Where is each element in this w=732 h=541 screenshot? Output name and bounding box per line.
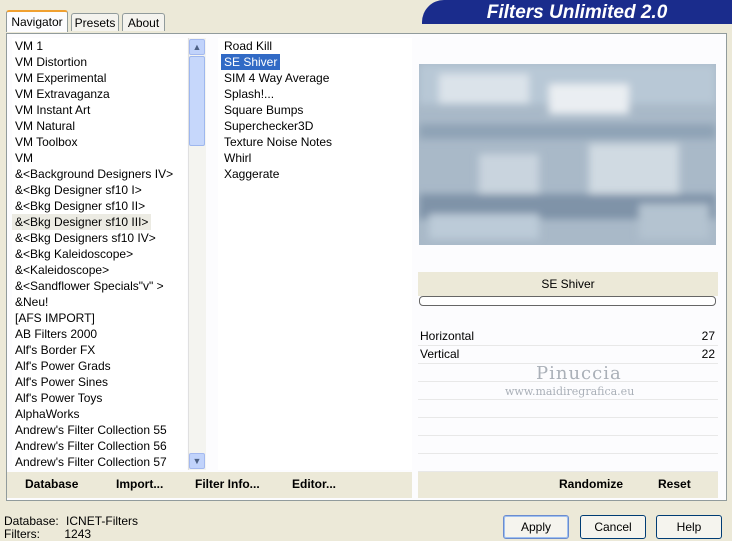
preview-image [419, 64, 716, 245]
param-empty [418, 418, 718, 436]
category-item[interactable]: &<Bkg Designer sf10 I> [12, 182, 145, 198]
category-item[interactable]: &<Bkg Designers sf10 IV> [12, 230, 159, 246]
import-button[interactable]: Import... [116, 477, 163, 491]
category-scrollbar[interactable]: ▲ ▼ [188, 38, 206, 470]
param-empty [418, 400, 718, 418]
category-item[interactable]: Andrew's Filter Collection 56 [12, 438, 170, 454]
filter-item[interactable]: Texture Noise Notes [221, 134, 335, 150]
param-value: 22 [701, 347, 715, 361]
category-item[interactable]: &<Bkg Designer sf10 II> [12, 198, 148, 214]
database-button[interactable]: Database [25, 477, 78, 491]
category-item[interactable]: Alf's Power Grads [12, 358, 114, 374]
scroll-thumb[interactable] [189, 56, 205, 146]
category-item[interactable]: VM Distortion [12, 54, 90, 70]
category-item[interactable]: VM 1 [12, 38, 46, 54]
category-item[interactable]: VM [12, 150, 36, 166]
status-filters-value: 1243 [64, 527, 92, 541]
category-item[interactable]: AlphaWorks [12, 406, 82, 422]
watermark-url: www.maidiregrafica.eu [505, 385, 635, 398]
category-item[interactable]: VM Experimental [12, 70, 109, 86]
category-item[interactable]: VM Natural [12, 118, 78, 134]
param-label: Vertical [420, 347, 460, 361]
category-item[interactable]: &<Background Designers IV> [12, 166, 176, 182]
reset-button[interactable]: Reset [658, 477, 691, 491]
chevron-up-icon[interactable]: ▲ [189, 39, 205, 55]
randomize-button[interactable]: Randomize [559, 477, 623, 491]
status-database: Database: ICNET-Filters [4, 514, 138, 528]
category-item[interactable]: &<Bkg Designer sf10 III> [12, 214, 152, 230]
filter-item[interactable]: SE Shiver [221, 54, 281, 70]
app-title-banner: Filters Unlimited 2.0 [422, 0, 732, 24]
category-item[interactable]: AB Filters 2000 [12, 326, 100, 342]
help-button[interactable]: Help [656, 515, 722, 539]
category-item[interactable]: Andrew's Filter Collection 57 [12, 454, 170, 470]
apply-button[interactable]: Apply [503, 515, 569, 539]
status-filters-label: Filters: [4, 527, 40, 541]
param-empty [418, 436, 718, 454]
category-item[interactable]: VM Extravaganza [12, 86, 113, 102]
watermark-title: Pinuccia [536, 363, 622, 384]
cancel-button[interactable]: Cancel [580, 515, 646, 539]
category-item[interactable]: Alf's Border FX [12, 342, 98, 358]
tab-presets[interactable]: Presets [71, 13, 119, 31]
category-list[interactable]: VM 1 VM Distortion VM Experimental VM Extra… [12, 38, 187, 470]
filter-list[interactable]: Road Kill SE Shiver SIM 4 Way Average Splas… [218, 38, 412, 470]
chevron-down-icon[interactable]: ▼ [189, 453, 205, 469]
category-item[interactable]: Alf's Power Sines [12, 374, 111, 390]
filter-name-label: SE Shiver [418, 272, 718, 296]
filter-item[interactable]: Square Bumps [221, 102, 306, 118]
filter-item[interactable]: Road Kill [221, 38, 275, 54]
param-horizontal[interactable]: Horizontal 27 [418, 328, 718, 346]
category-item[interactable]: VM Toolbox [12, 134, 80, 150]
filter-item[interactable]: SIM 4 Way Average [221, 70, 332, 86]
filter-info-button[interactable]: Filter Info... [195, 477, 260, 491]
param-empty [418, 454, 718, 472]
progress-bar [419, 296, 716, 306]
category-item[interactable]: VM Instant Art [12, 102, 93, 118]
status-filters: Filters: 1243 [4, 527, 91, 541]
filter-item[interactable]: Xaggerate [221, 166, 282, 182]
category-item[interactable]: Alf's Power Toys [12, 390, 105, 406]
tab-navigator[interactable]: Navigator [6, 10, 68, 32]
editor-button[interactable]: Editor... [292, 477, 336, 491]
filter-item[interactable]: Whirl [221, 150, 254, 166]
category-item[interactable]: &<Kaleidoscope> [12, 262, 112, 278]
filter-item[interactable]: Splash!... [221, 86, 277, 102]
tab-about[interactable]: About [122, 13, 165, 31]
category-item[interactable]: &<Bkg Kaleidoscope> [12, 246, 136, 262]
status-database-label: Database: [4, 514, 59, 528]
param-value: 27 [701, 329, 715, 343]
category-item[interactable]: Andrew's Filter Collection 55 [12, 422, 170, 438]
filter-item[interactable]: Superchecker3D [221, 118, 316, 134]
param-vertical[interactable]: Vertical 22 [418, 346, 718, 364]
category-item[interactable]: &<Sandflower Specials"v" > [12, 278, 167, 294]
category-item[interactable]: &Neu! [12, 294, 51, 310]
param-label: Horizontal [420, 329, 475, 343]
category-item[interactable]: [AFS IMPORT] [12, 310, 98, 326]
status-database-value: ICNET-Filters [66, 514, 139, 528]
